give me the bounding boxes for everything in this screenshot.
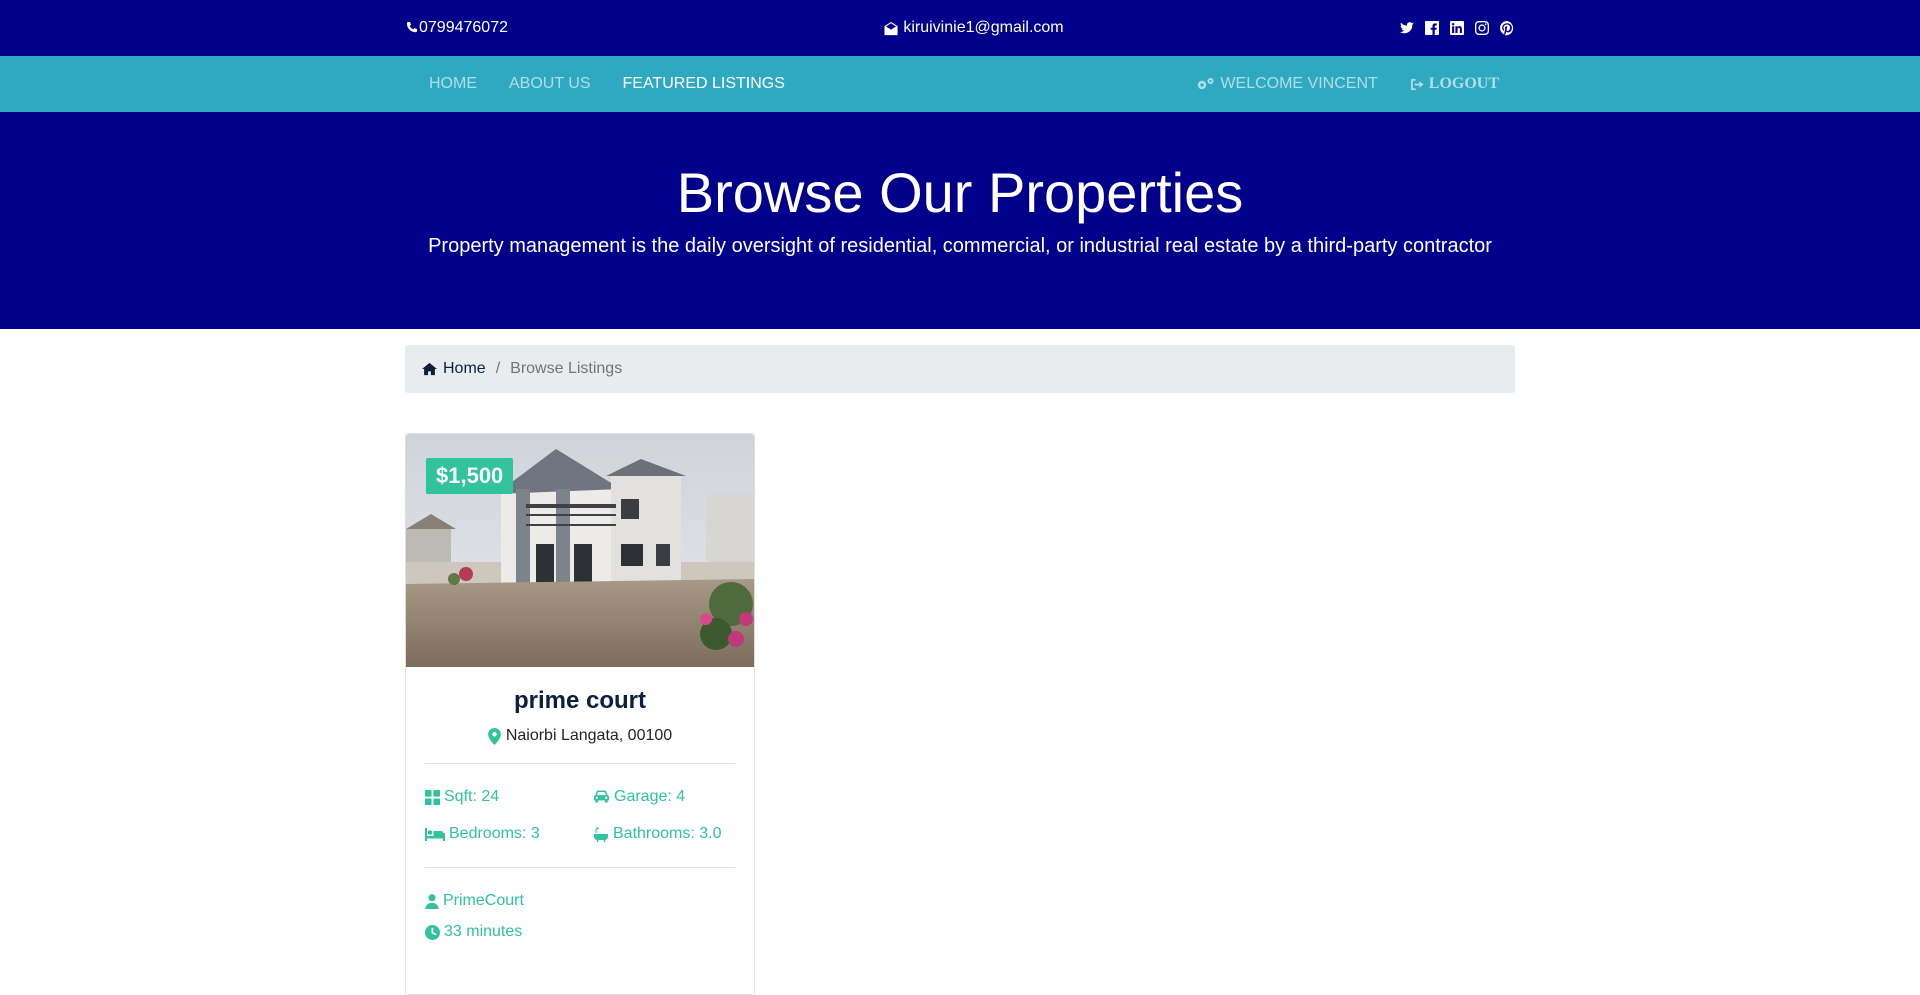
listing-title[interactable]: prime court [425,687,735,715]
feature-sqft: Sqft: 24 [425,788,593,806]
breadcrumb-home[interactable]: Home [421,360,486,378]
nav-about-us[interactable]: ABOUT US [493,75,607,93]
listing-realtor-name: PrimeCourt [443,892,524,909]
bed-icon [425,827,445,841]
feature-garage: Garage: 4 [593,788,735,806]
listing-image[interactable]: $1,500 [406,434,754,667]
listing-time-text: 33 minutes [444,923,523,940]
listing-meta: PrimeCourt 33 minutes [425,892,735,941]
nav-user: WELCOME VINCENT LOGOUT [1180,75,1515,93]
card-divider [425,867,735,868]
feature-sqft-text: Sqft: 24 [444,788,500,805]
nav-home[interactable]: HOME [405,75,493,93]
listing-features: Sqft: 24 Garage: 4 Bedrooms: 3 Bathrooms… [425,788,735,843]
feature-bedrooms-text: Bedrooms: 3 [449,825,540,842]
nav-links: HOME ABOUT US FEATURED LISTINGS [405,75,801,93]
twitter-icon[interactable] [1399,20,1415,36]
welcome-text: WELCOME VINCENT [1220,75,1378,92]
instagram-icon[interactable] [1474,20,1490,36]
cogs-icon [1198,78,1214,90]
listing-card-body: prime court Naiorbi Langata, 00100 Sqft:… [406,667,754,974]
car-icon [593,790,610,803]
user-icon [425,893,439,909]
home-icon [422,362,437,376]
logout-label: LOGOUT [1428,75,1499,92]
breadcrumb: Home / Browse Listings [405,345,1515,393]
price-badge: $1,500 [426,458,514,494]
listing-realtor: PrimeCourt [425,892,735,910]
feature-bedrooms: Bedrooms: 3 [425,825,593,843]
page-title: Browse Our Properties [676,161,1244,224]
breadcrumb-current: Browse Listings [510,360,623,377]
main-navbar: HOME ABOUT US FEATURED LISTINGS WELCOME … [0,56,1920,112]
bath-icon [594,827,608,842]
feature-bathrooms-text: Bathrooms: 3.0 [613,825,722,842]
phone-contact: 0799476072 [405,19,508,37]
email-address: kiruivinie1@gmail.com [903,19,1064,36]
feature-bathrooms: Bathrooms: 3.0 [593,825,735,843]
feature-garage-text: Garage: 4 [614,788,686,805]
breadcrumb-separator: / [495,360,501,377]
listing-card[interactable]: $1,500 prime court Naiorbi Langata, 0010… [405,433,755,995]
pinterest-icon[interactable] [1499,20,1515,36]
social-links [1399,20,1515,36]
hero-banner: Browse Our Properties Property managemen… [0,112,1920,329]
page-subtitle: Property management is the daily oversig… [428,235,1492,258]
phone-icon [406,22,418,33]
linkedin-icon[interactable] [1449,20,1465,36]
nav-featured-listings[interactable]: FEATURED LISTINGS [607,75,801,93]
card-divider [425,763,735,764]
listing-time: 33 minutes [425,923,735,941]
facebook-icon[interactable] [1424,20,1440,36]
th-large-icon [425,789,440,805]
email-contact: kiruivinie1@gmail.com [883,19,1064,37]
listing-location-text: Naiorbi Langata, 00100 [505,727,673,744]
phone-number: 0799476072 [419,19,508,36]
clock-icon [425,924,440,940]
map-marker-icon [487,727,501,745]
sign-out-icon [1410,78,1424,90]
logout-button[interactable]: LOGOUT [1394,75,1515,93]
welcome-user-link[interactable]: WELCOME VINCENT [1180,75,1393,93]
top-contact-bar: 0799476072 kiruivinie1@gmail.com [0,0,1920,56]
envelope-open-icon [884,21,898,35]
breadcrumb-home-label: Home [443,360,486,377]
listing-location: Naiorbi Langata, 00100 [425,727,735,745]
